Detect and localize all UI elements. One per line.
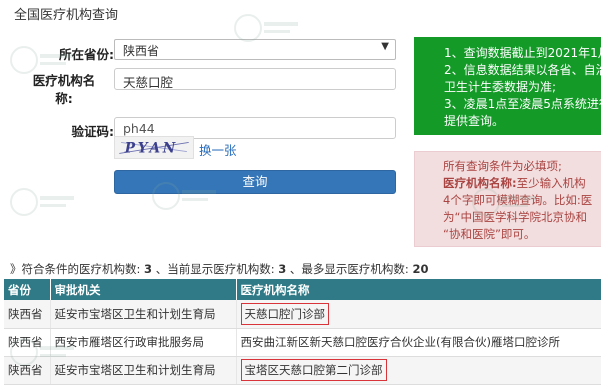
captcha-label: 验证码: <box>71 124 115 139</box>
green-notice-line: 卫生计生委数据为准; <box>444 80 557 94</box>
summary-max-label: 、最多显示医疗机构数: <box>289 262 409 276</box>
institution-name-label: 医疗机构名称: <box>32 73 96 106</box>
result-summary: 》符合条件的医疗机构数: 3 、当前显示医疗机构数: 3 、最多显示医疗机构数:… <box>10 261 428 277</box>
pink-notice-box: 所有查询条件为必填项; 医疗机构名称:至少输入机构 4个字即可模糊查询。比如:医… <box>414 151 601 247</box>
match-count: 3 <box>144 262 153 276</box>
pink-notice-line: 医疗机构名称:至少输入机构 <box>443 175 601 192</box>
query-button[interactable]: 查询 <box>114 170 396 194</box>
cell-approval-authority: 西安市雁塔区行政审批服务局 <box>50 328 237 357</box>
table-row: 陕西省 西安市雁塔区行政审批服务局 西安曲江新区新天慈口腔医疗合伙企业(有限合伙… <box>4 328 601 357</box>
page-title: 全国医疗机构查询 <box>14 8 119 23</box>
results-table: 省份 审批机关 医疗机构名称 陕西省 延安市宝塔区卫生和计划生育局 天慈口腔门诊… <box>4 279 601 385</box>
pink-notice-text: 至少输入机构 <box>516 176 586 190</box>
province-select-value: 陕西省 <box>123 44 160 58</box>
highlighted-institution-name: 天慈口腔门诊部 <box>240 302 329 325</box>
header-province: 省份 <box>4 279 51 300</box>
province-select[interactable]: 陕西省 ▼ <box>114 39 396 60</box>
green-notice-line: 1、查询数据截止到2021年1月 <box>444 46 601 60</box>
header-institution-name: 医疗机构名称 <box>236 279 601 300</box>
cell-institution-name: 宝塔区天慈口腔第二门诊部 <box>236 356 601 385</box>
green-notice-line: 3、凌晨1点至凌晨5点系统进行 <box>444 97 601 111</box>
summary-current-label: 、当前显示医疗机构数: <box>155 262 275 276</box>
green-notice-line: 提供查询。 <box>444 114 505 128</box>
pink-notice-emphasis: 医疗机构名称: <box>443 176 517 190</box>
captcha-refresh-link[interactable]: 换一张 <box>199 140 237 159</box>
cell-institution-name: 天慈口腔门诊部 <box>236 300 601 329</box>
green-notice-line: 2、信息数据结果以各省、自治 <box>444 63 601 77</box>
pink-notice-line: 为“中国医学科学院北京协和 <box>443 210 587 224</box>
captcha-image[interactable]: PYAN <box>114 136 194 159</box>
green-notice-box: 1、查询数据截止到2021年1月 2、信息数据结果以各省、自治 卫生计生委数据为… <box>414 37 601 135</box>
pink-notice-line: 4个字即可模糊查询。比如:医 <box>443 193 593 207</box>
header-approval-authority: 审批机关 <box>50 279 237 300</box>
table-row: 陕西省 延安市宝塔区卫生和计划生育局 宝塔区天慈口腔第二门诊部 <box>4 356 601 385</box>
cell-province: 陕西省 <box>4 300 51 329</box>
cell-province: 陕西省 <box>4 328 51 357</box>
highlighted-institution-name: 宝塔区天慈口腔第二门诊部 <box>240 359 387 381</box>
caret-down-icon: ▼ <box>381 41 389 52</box>
province-label: 所在省份: <box>59 47 114 62</box>
institution-name-input[interactable]: 天慈口腔 <box>114 68 396 90</box>
table-header-row: 省份 审批机关 医疗机构名称 <box>4 279 601 300</box>
table-row: 陕西省 延安市宝塔区卫生和计划生育局 天慈口腔门诊部 <box>4 300 601 329</box>
pink-notice-line: “协和医院”即可。 <box>443 227 536 241</box>
cell-province: 陕西省 <box>4 356 51 385</box>
cell-institution-name: 西安曲江新区新天慈口腔医疗合伙企业(有限合伙)雁塔口腔诊所 <box>236 328 601 357</box>
watermark-logo <box>10 188 74 216</box>
pink-notice-line: 所有查询条件为必填项; <box>443 159 562 173</box>
max-count: 20 <box>412 262 429 276</box>
cell-approval-authority: 延安市宝塔区卫生和计划生育局 <box>50 356 237 385</box>
current-count: 3 <box>278 262 287 276</box>
svg-text:PYAN: PYAN <box>124 141 178 157</box>
summary-prefix: 》符合条件的医疗机构数: <box>10 262 141 276</box>
cell-approval-authority: 延安市宝塔区卫生和计划生育局 <box>50 300 237 329</box>
